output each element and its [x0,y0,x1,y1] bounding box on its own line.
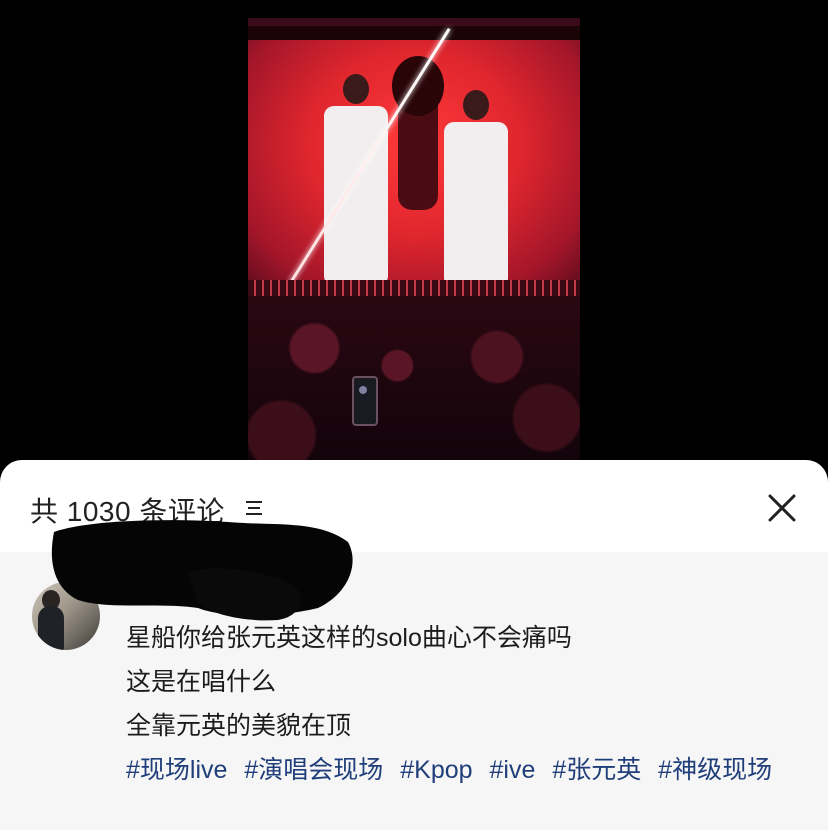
hashtag-link[interactable]: #ive [489,756,535,784]
dancer-left [324,74,388,286]
audience-phone [352,376,378,426]
post-line-2: 这是在唱什么 [126,668,277,696]
hashtag-link[interactable]: #张元英 [552,756,641,784]
singer [392,56,444,210]
dancer-right [444,90,508,288]
stage-rail [248,280,580,296]
redacted-username [48,512,358,622]
hashtag-link[interactable]: #Kpop [400,756,472,784]
post-line-1: 星船你给张元英这样的solo曲心不会痛吗 [126,624,572,652]
screen-top-bar [248,26,580,40]
post-line-3: 全靠元英的美貌在顶 [126,712,352,740]
close-button[interactable] [762,488,802,528]
hashtag-list: #现场live #演唱会现场 #Kpop #ive #张元英 #神级现场 [126,748,796,792]
post-text: 星船你给张元英这样的solo曲心不会痛吗 这是在唱什么 全靠元英的美貌在顶 #现… [126,616,796,792]
hashtag-link[interactable]: #神级现场 [658,756,772,784]
hashtag-link[interactable]: #演唱会现场 [244,756,383,784]
hashtag-link[interactable]: #现场live [126,756,227,784]
close-x-icon [768,494,796,522]
stage-screen [248,26,580,288]
video-frame[interactable] [248,18,580,470]
video-player[interactable] [0,0,828,470]
crowd [248,296,580,470]
